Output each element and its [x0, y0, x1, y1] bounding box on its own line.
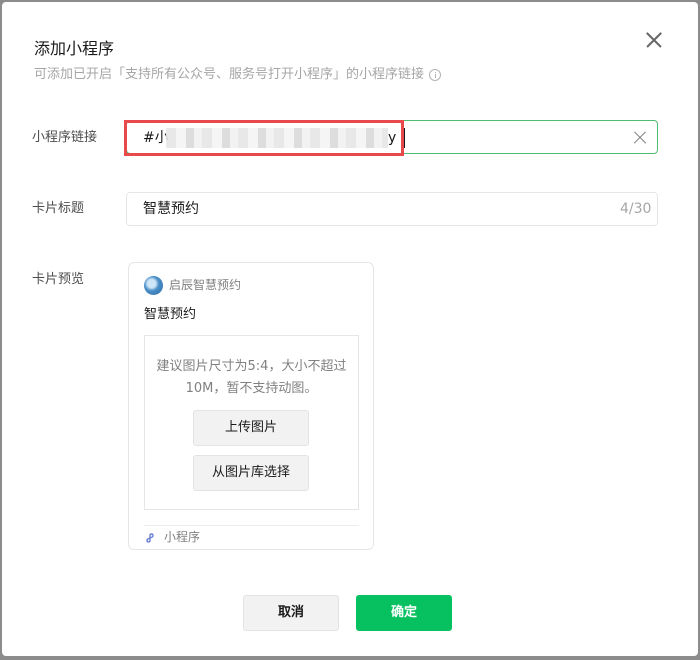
card-preview-label: 卡片预览 [32, 272, 85, 287]
miniprogram-footer-label: 小程序 [164, 530, 201, 544]
app-name: 启辰智慧预约 [169, 278, 242, 292]
preview-card-title: 智慧预约 [144, 307, 197, 322]
card-divider [144, 525, 359, 526]
link-value-suffix: y [388, 130, 397, 146]
choose-from-library-button[interactable]: 从图片库选择 [193, 455, 309, 491]
confirm-button[interactable]: 确定 [356, 595, 452, 631]
text-caret [404, 128, 405, 148]
link-value-prefix: #小 [143, 130, 169, 146]
dialog-subtitle-text: 可添加已开启「支持所有公众号、服务号打开小程序」的小程序链接 [34, 67, 425, 82]
close-icon[interactable] [642, 28, 666, 52]
dialog-title: 添加小程序 [34, 39, 115, 58]
miniprogram-link-label: 小程序链接 [32, 130, 98, 145]
upload-image-button[interactable]: 上传图片 [193, 410, 309, 446]
clear-icon[interactable] [630, 128, 650, 148]
app-avatar [144, 276, 163, 295]
cancel-button[interactable]: 取消 [243, 595, 339, 631]
card-title-label: 卡片标题 [32, 201, 85, 216]
card-preview: 启辰智慧预约 智慧预约 建议图片尺寸为5:4，大小不超过10M，暂不支持动图。 … [128, 262, 374, 550]
miniprogram-link-icon [146, 533, 154, 543]
dialog-subtitle: 可添加已开启「支持所有公众号、服务号打开小程序」的小程序链接 [34, 66, 442, 84]
card-title-input[interactable]: 智慧预约 [126, 192, 658, 226]
info-icon[interactable] [429, 69, 442, 81]
image-upload-area: 建议图片尺寸为5:4，大小不超过10M，暂不支持动图。 上传图片 从图片库选择 [144, 335, 359, 510]
title-char-counter: 4/30 [620, 201, 652, 217]
upload-hint: 建议图片尺寸为5:4，大小不超过10M，暂不支持动图。 [156, 359, 347, 396]
